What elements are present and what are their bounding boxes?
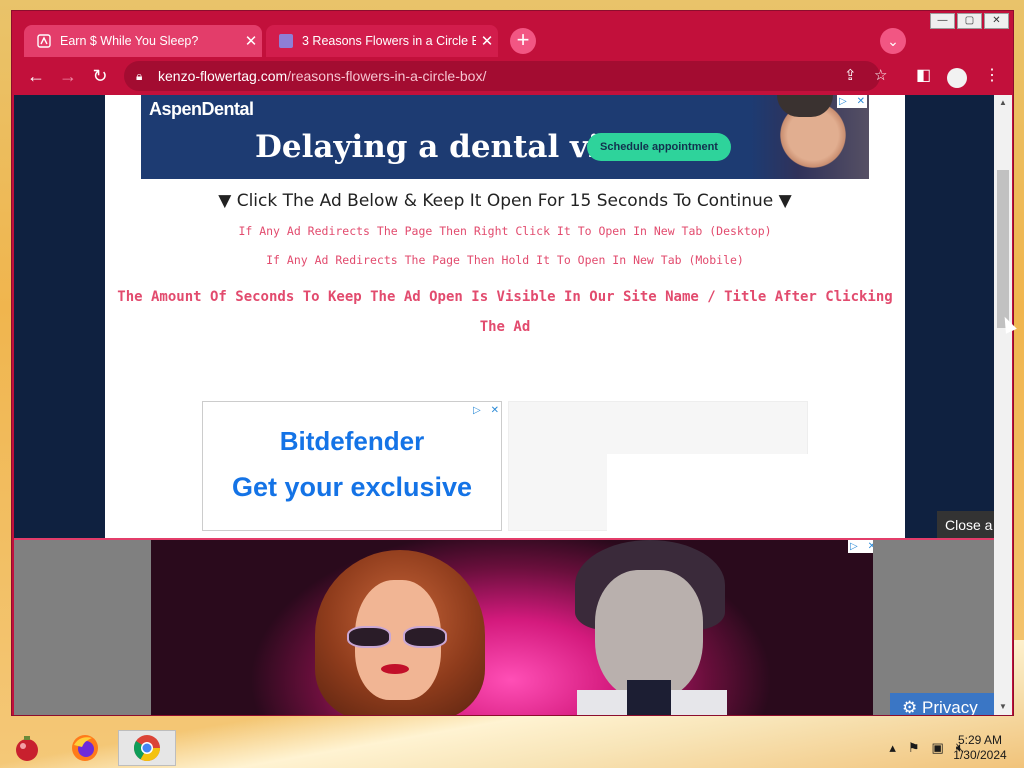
taskbar: ▴ ⚑ ▣ 🔇︎ 5:29 AM 1/30/2024 — [0, 728, 1024, 768]
lock-icon: 🔒︎ — [136, 68, 143, 83]
start-ornament-icon[interactable] — [0, 730, 54, 766]
ad-art-lips — [381, 664, 409, 674]
address-bar[interactable]: 🔒︎ kenzo-flowertag.com/reasons-flowers-i… — [124, 61, 887, 91]
share-icon[interactable]: ⇪ — [844, 66, 857, 84]
window-controls: — ▢ ✕ — [930, 13, 1009, 29]
web-viewport: AspenDental Delaying a dental visit? Sch… — [14, 95, 994, 715]
tab-strip: Earn $ While You Sleep? ✕ 3 Reasons Flow… — [12, 11, 1013, 65]
tab-flowers[interactable]: 3 Reasons Flowers in a Circle Box ✕ — [266, 25, 498, 57]
adchoices-icon[interactable]: ▷✕ — [848, 540, 873, 553]
action-center-flag-icon[interactable]: ⚑ — [908, 740, 920, 756]
adchoices-icon[interactable]: ▷✕ — [471, 404, 501, 417]
blank-ad-slot[interactable] — [508, 401, 809, 532]
profile-avatar-icon[interactable] — [947, 68, 967, 88]
ad-brand: Bitdefender — [279, 426, 425, 456]
new-tab-button[interactable]: + — [510, 28, 536, 54]
ad-artwork: ▷✕ — [151, 540, 873, 715]
aspen-dental-ad[interactable]: AspenDental Delaying a dental visit? Sch… — [141, 95, 869, 179]
restore-button[interactable]: ▢ — [957, 13, 982, 29]
tab-favicon-icon — [278, 33, 294, 49]
side-panel-icon[interactable]: ◧ — [916, 63, 931, 89]
url-host: kenzo-flowertag.com — [158, 68, 288, 84]
scroll-up-arrow-icon[interactable]: ▲ — [994, 95, 1012, 111]
ad-art-tie — [627, 680, 671, 715]
ad-art-sunglasses — [347, 626, 451, 650]
reload-icon[interactable]: ↻ — [86, 63, 114, 89]
gear-icon: ⚙ — [902, 698, 918, 715]
adchoices-icon[interactable]: ▷✕ — [837, 95, 867, 108]
tab-title: Earn $ While You Sleep? — [60, 34, 199, 48]
tab-earn[interactable]: Earn $ While You Sleep? ✕ — [24, 25, 262, 57]
bitdefender-ad[interactable]: Bitdefender Get your exclusive ▷ ✕ — [202, 401, 502, 531]
schedule-appointment-button[interactable]: Schedule appointment — [587, 133, 731, 161]
close-tab-icon[interactable]: ✕ — [240, 32, 262, 50]
clock-time: 5:29 AM — [957, 733, 1003, 747]
ad-brand: AspenDental — [149, 99, 254, 119]
taskbar-clock[interactable]: 5:29 AM 1/30/2024 — [940, 733, 1020, 763]
show-hidden-icons-chevron-icon[interactable]: ▴ — [889, 740, 896, 756]
close-tab-icon[interactable]: ✕ — [476, 32, 498, 50]
menu-kebab-icon[interactable]: ⋮ — [984, 63, 1000, 89]
vertical-scrollbar[interactable]: ▲ ▼ — [994, 95, 1012, 715]
ad-slot-inner — [607, 454, 809, 532]
sticky-bottom-ad[interactable]: ▷✕ — [14, 538, 994, 715]
firefox-icon[interactable] — [58, 730, 112, 766]
tab-title: 3 Reasons Flowers in a Circle Box — [302, 34, 476, 48]
forward-arrow-icon[interactable]: → — [54, 63, 82, 89]
back-arrow-icon[interactable]: ← — [22, 63, 50, 89]
bookmark-star-icon[interactable]: ☆ — [874, 66, 887, 84]
notice-main: ▼ Click The Ad Below & Keep It Open For … — [218, 191, 792, 211]
ad-text: Get your exclusive — [231, 472, 473, 502]
tab-search-chevron-icon[interactable]: ⌄ — [880, 28, 906, 54]
notice-mobile: If Any Ad Redirects The Page Then Hold I… — [266, 253, 744, 267]
clock-date: 1/30/2024 — [953, 748, 1007, 762]
minimize-button[interactable]: — — [930, 13, 955, 29]
scrollbar-thumb[interactable] — [997, 170, 1009, 328]
browser-window: Earn $ While You Sleep? ✕ 3 Reasons Flow… — [11, 10, 1014, 716]
notice-desktop: If Any Ad Redirects The Page Then Right … — [238, 224, 772, 238]
scroll-down-arrow-icon[interactable]: ▼ — [994, 699, 1012, 715]
browser-toolbar: ← → ↻ 🔒︎ kenzo-flowertag.com/reasons-flo… — [12, 59, 1013, 93]
notice-seconds: The Amount Of Seconds To Keep The Ad Ope… — [117, 289, 893, 335]
privacy-button[interactable]: ⚙ Privacy — [890, 693, 994, 715]
close-ad-button[interactable]: Close a — [937, 511, 994, 539]
privacy-label: Privacy — [921, 698, 978, 715]
close-window-button[interactable]: ✕ — [984, 13, 1009, 29]
chrome-icon[interactable] — [118, 730, 176, 766]
url-path: /reasons-flowers-in-a-circle-box/ — [287, 68, 487, 84]
tab-favicon-icon — [36, 33, 52, 49]
